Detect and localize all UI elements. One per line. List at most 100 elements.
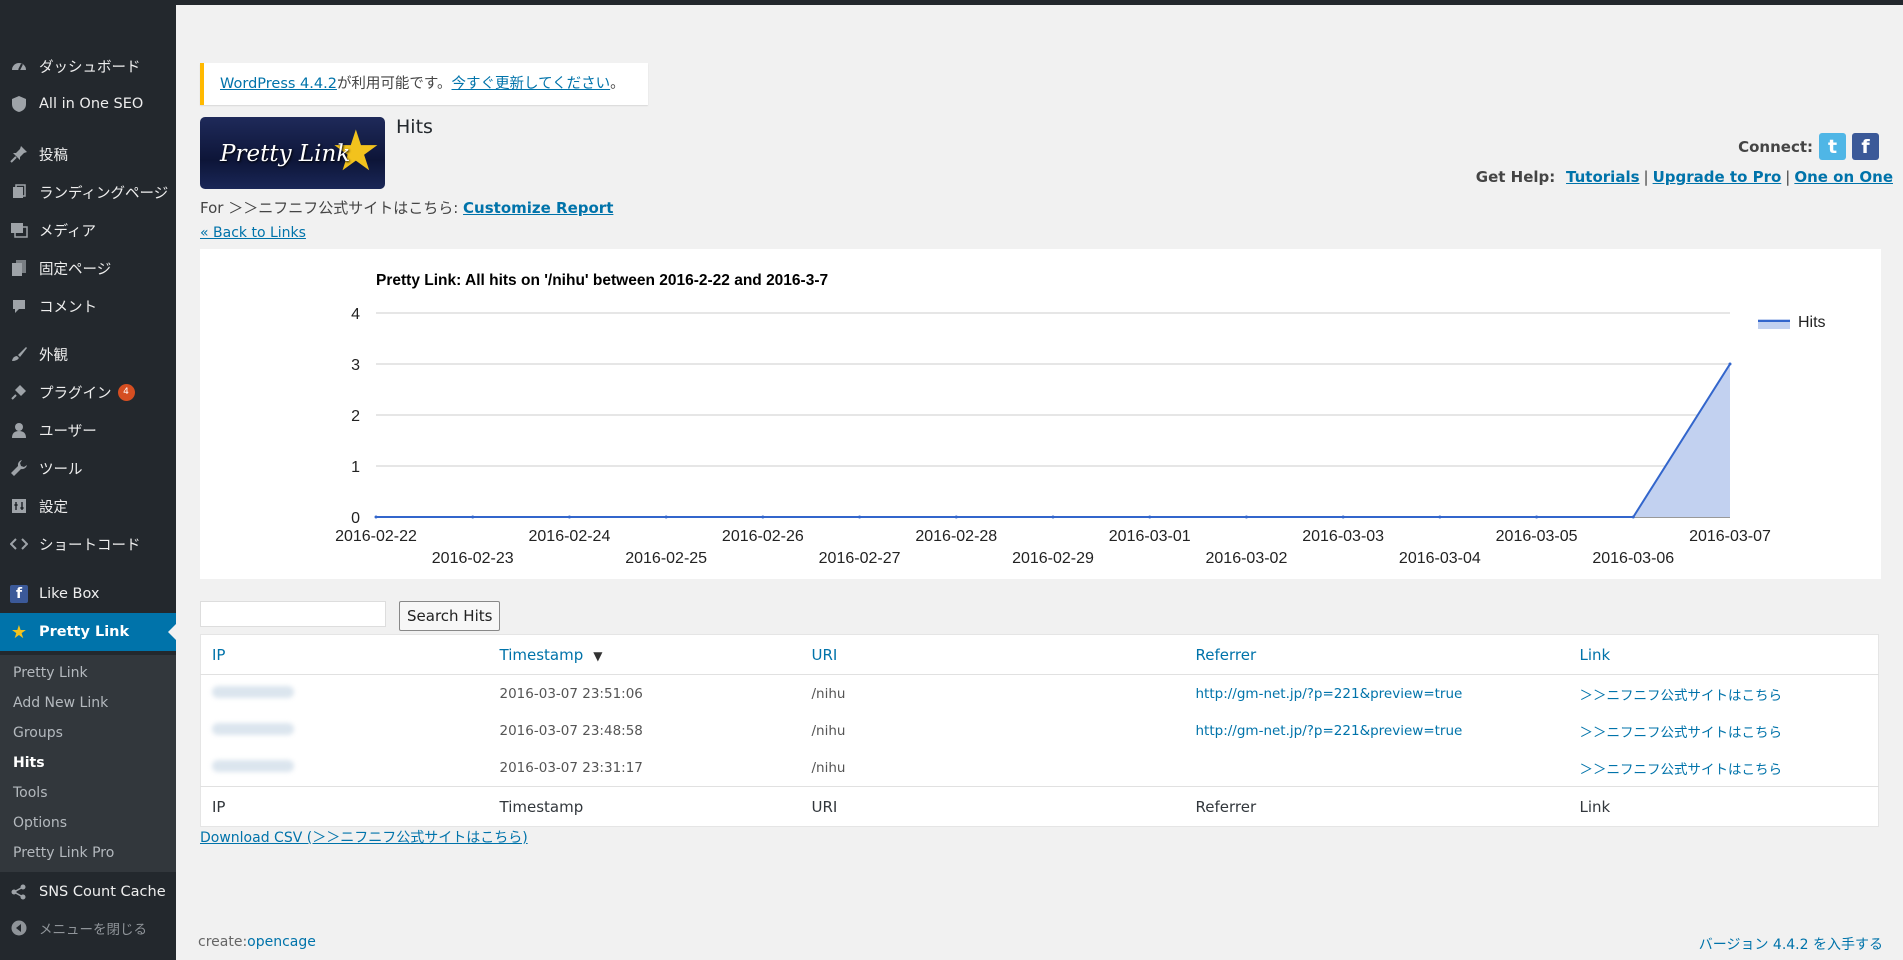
cell-ip[interactable] bbox=[201, 675, 489, 713]
column-header-referrer[interactable]: Referrer bbox=[1184, 634, 1569, 675]
submenu-item-add-new-link[interactable]: Add New Link bbox=[13, 695, 108, 711]
comment-icon bbox=[9, 296, 29, 316]
cell-uri: /nihu bbox=[811, 685, 846, 702]
sidebar-item-settings[interactable]: 設定 bbox=[0, 491, 176, 521]
ip-address-redacted bbox=[212, 759, 294, 772]
cell-uri: /nihu bbox=[811, 722, 846, 739]
sidebar-item-all-in-one-seo[interactable]: All in One SEO bbox=[0, 89, 176, 119]
current-menu-arrow bbox=[168, 624, 176, 640]
y-tick-label: 4 bbox=[351, 306, 360, 323]
get-help-section: Get Help: Tutorials | Upgrade to Pro | One o… bbox=[1475, 168, 1893, 186]
sidebar-item-dashboard[interactable]: ダッシュボード bbox=[0, 51, 176, 81]
x-tick-label: 2016-03-06 bbox=[1592, 550, 1674, 567]
column-header-link[interactable]: Link bbox=[1568, 634, 1879, 675]
sidebar-item-media[interactable]: メディア bbox=[0, 215, 176, 245]
table-row: 2016-03-07 23:31:17 /nihu ＞＞ニフニフ公式サイトはこち… bbox=[201, 749, 1879, 787]
plugin-update-count-badge: 4 bbox=[117, 383, 135, 401]
sidebar-item-pages[interactable]: 固定ページ bbox=[0, 253, 176, 283]
dashboard-icon bbox=[9, 56, 29, 76]
ip-address-redacted bbox=[212, 722, 294, 735]
page-icon bbox=[9, 182, 29, 202]
legend-label: Hits bbox=[1798, 314, 1826, 331]
get-help-label: Get Help: bbox=[1475, 168, 1556, 186]
share-icon bbox=[9, 882, 29, 902]
opencage-link[interactable]: opencage bbox=[247, 934, 316, 950]
download-csv-link[interactable]: Download CSV (＞＞ニフニフ公式サイトはこちら) bbox=[200, 827, 528, 847]
pretty-link-link[interactable]: ＞＞ニフニフ公式サイトはこちら bbox=[1580, 762, 1783, 778]
series-hits-line bbox=[376, 363, 1731, 518]
customize-report-link[interactable]: Customize Report bbox=[463, 199, 613, 217]
submenu-item-pretty-link[interactable]: Pretty Link bbox=[13, 665, 88, 681]
x-tick-label: 2016-02-26 bbox=[722, 528, 804, 545]
referrer-link[interactable]: http://gm-net.jp/?p=221&preview=true bbox=[1196, 686, 1463, 702]
sidebar-item-appearance[interactable]: 外観 bbox=[0, 339, 176, 369]
data-point bbox=[1341, 515, 1345, 519]
update-now-link[interactable]: 今すぐ更新してください bbox=[452, 76, 611, 92]
chart-title: Pretty Link: All hits on '/nihu' between… bbox=[376, 272, 828, 289]
submenu-item-tools[interactable]: Tools bbox=[13, 785, 48, 801]
column-footer-link: Link bbox=[1568, 786, 1879, 827]
cell-timestamp: 2016-03-07 23:48:58 bbox=[499, 722, 643, 739]
pushpin-icon bbox=[9, 144, 29, 164]
main-content: WordPress 4.4.2が利用可能です。今すぐ更新してください。 ★ Pr… bbox=[176, 5, 1903, 960]
sidebar-item-plugins[interactable]: プラグイン 4 bbox=[0, 377, 176, 407]
cell-referrer bbox=[1185, 749, 1569, 787]
sidebar-item-pretty-link[interactable]: ★ Pretty Link bbox=[0, 613, 176, 651]
x-tick-label: 2016-02-25 bbox=[625, 550, 707, 567]
facebook-icon: f bbox=[9, 584, 29, 604]
column-header-ip[interactable]: IP bbox=[200, 634, 489, 675]
search-hits-button[interactable]: Search Hits bbox=[399, 601, 501, 631]
data-point bbox=[567, 515, 571, 519]
connect-label: Connect: bbox=[1738, 137, 1813, 156]
sidebar-item-landing-pages[interactable]: ランディングページ bbox=[0, 177, 176, 207]
column-footer-referrer: Referrer bbox=[1184, 786, 1569, 827]
submenu-item-hits[interactable]: Hits bbox=[13, 755, 45, 771]
sidebar-item-sns-count-cache[interactable]: SNS Count Cache bbox=[0, 877, 176, 907]
sidebar-item-posts[interactable]: 投稿 bbox=[0, 139, 176, 169]
table-header-row: IP Timestamp ▼ URI Referrer Link bbox=[200, 634, 1879, 675]
data-point bbox=[374, 515, 378, 519]
hits-table: IP Timestamp ▼ URI Referrer Link 2016-03-… bbox=[200, 634, 1879, 827]
submenu-item-groups[interactable]: Groups bbox=[13, 725, 63, 741]
x-tick-label: 2016-02-28 bbox=[915, 528, 997, 545]
cell-ip[interactable] bbox=[201, 712, 489, 749]
data-point bbox=[761, 515, 765, 519]
notice-end: 。 bbox=[610, 76, 625, 92]
data-point bbox=[1728, 362, 1732, 366]
back-to-links-link[interactable]: « Back to Links bbox=[200, 225, 306, 241]
tutorials-link[interactable]: Tutorials bbox=[1566, 168, 1639, 186]
sidebar-item-comments[interactable]: コメント bbox=[0, 291, 176, 321]
hits-chart: Pretty Link: All hits on '/nihu' between… bbox=[200, 249, 1881, 579]
pretty-link-link[interactable]: ＞＞ニフニフ公式サイトはこちら bbox=[1580, 688, 1783, 704]
upgrade-to-pro-link[interactable]: Upgrade to Pro bbox=[1653, 168, 1782, 186]
search-hits-input[interactable] bbox=[200, 601, 386, 627]
pretty-link-link[interactable]: ＞＞ニフニフ公式サイトはこちら bbox=[1580, 725, 1783, 741]
x-tick-label: 2016-02-23 bbox=[432, 550, 514, 567]
get-version-link[interactable]: バージョン 4.4.2 を入手する bbox=[1699, 934, 1883, 954]
footer-credit: create:opencage bbox=[198, 934, 316, 950]
y-tick-label: 3 bbox=[351, 357, 360, 374]
referrer-link[interactable]: http://gm-net.jp/?p=221&preview=true bbox=[1196, 723, 1463, 739]
one-on-one-link[interactable]: One on One bbox=[1794, 168, 1893, 186]
sidebar-item-like-box[interactable]: f Like Box bbox=[0, 579, 176, 609]
column-header-uri[interactable]: URI bbox=[800, 634, 1185, 675]
twitter-icon[interactable]: t bbox=[1819, 133, 1846, 160]
sidebar-item-users[interactable]: ユーザー bbox=[0, 415, 176, 445]
column-header-timestamp[interactable]: Timestamp ▼ bbox=[488, 634, 801, 675]
cell-ip[interactable] bbox=[201, 749, 489, 787]
x-tick-label: 2016-03-03 bbox=[1302, 528, 1384, 545]
submenu-item-pretty-link-pro[interactable]: Pretty Link Pro bbox=[13, 845, 114, 861]
x-tick-label: 2016-02-29 bbox=[1012, 550, 1094, 567]
data-point bbox=[858, 515, 862, 519]
collapse-menu-button[interactable]: メニューを閉じる bbox=[0, 913, 176, 943]
column-footer-uri: URI bbox=[800, 786, 1185, 827]
x-tick-label: 2016-02-22 bbox=[335, 528, 417, 545]
x-tick-label: 2016-03-02 bbox=[1206, 550, 1288, 567]
sidebar-item-tools[interactable]: ツール bbox=[0, 453, 176, 483]
wordpress-version-link[interactable]: WordPress 4.4.2 bbox=[220, 76, 337, 92]
submenu-item-options[interactable]: Options bbox=[13, 815, 67, 831]
x-tick-label: 2016-03-01 bbox=[1109, 528, 1191, 545]
sidebar-item-shortcode[interactable]: ショートコード bbox=[0, 529, 176, 559]
report-for-line: For ＞＞ニフニフ公式サイトはこちら: Customize Report bbox=[200, 197, 613, 218]
facebook-connect-icon[interactable]: f bbox=[1852, 133, 1879, 160]
